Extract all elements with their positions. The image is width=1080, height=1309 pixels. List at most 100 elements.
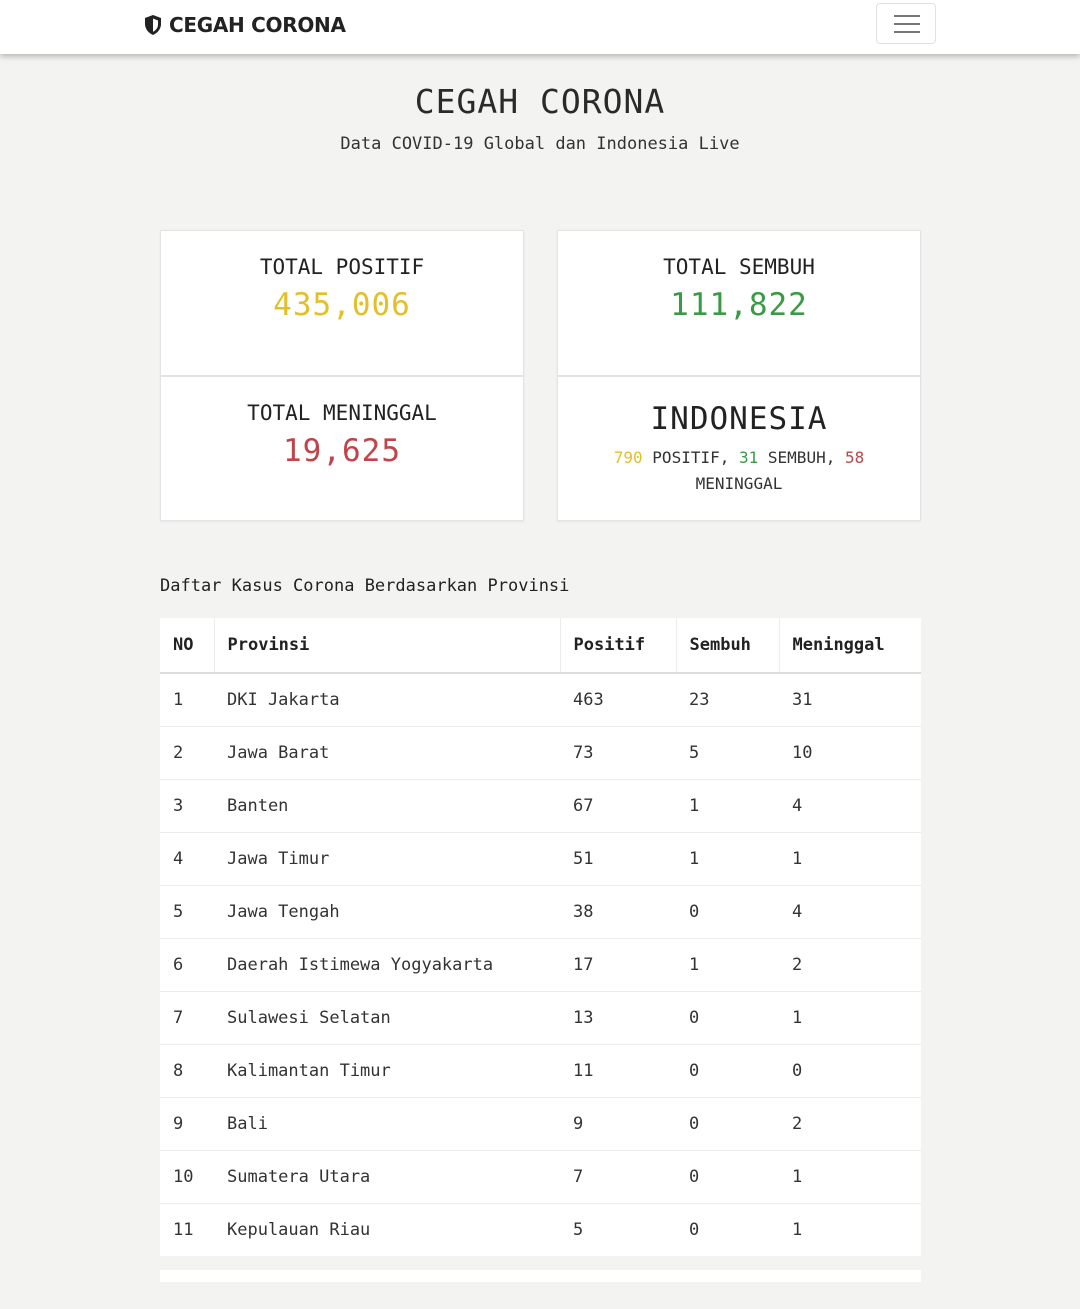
cell-meninggal: 4 xyxy=(779,779,921,833)
cell-meninggal: 4 xyxy=(779,885,921,939)
table-row: 7 Sulawesi Selatan 13 0 1 xyxy=(160,991,921,1045)
cell-provinsi: Banten xyxy=(214,779,560,833)
indonesia-positif-value: 790 xyxy=(613,448,643,467)
cell-meninggal: 10 xyxy=(779,726,921,780)
cell-provinsi: Jawa Timur xyxy=(214,832,560,886)
column-header-sembuh: Sembuh xyxy=(675,618,779,674)
cell-provinsi: Kalimantan Timur xyxy=(214,1044,560,1098)
cell-positif: 7 xyxy=(560,1150,676,1204)
cell-provinsi: DKI Jakarta xyxy=(214,672,560,727)
cell-provinsi: Jawa Barat xyxy=(214,726,560,780)
indonesia-title: INDONESIA xyxy=(650,401,828,437)
column-header-no: NO xyxy=(160,618,214,674)
cell-no: 2 xyxy=(160,726,214,780)
cell-sembuh: 0 xyxy=(676,991,779,1045)
indonesia-card: INDONESIA 790 POSITIF, 31 SEMBUH, 58 MEN… xyxy=(557,376,921,521)
cell-sembuh: 1 xyxy=(676,779,779,833)
table-row: 9 Bali 9 0 2 xyxy=(160,1097,921,1151)
cell-positif: 51 xyxy=(560,832,676,886)
table-bottom-edge xyxy=(160,1270,921,1282)
column-header-meninggal: Meninggal xyxy=(778,618,921,674)
cell-provinsi: Kepulauan Riau xyxy=(214,1203,560,1256)
cell-no: 5 xyxy=(160,885,214,939)
table-row: 5 Jawa Tengah 38 0 4 xyxy=(160,885,921,939)
cell-positif: 5 xyxy=(560,1203,676,1256)
total-positif-label: TOTAL POSITIF xyxy=(259,255,425,279)
cell-meninggal: 1 xyxy=(779,1150,921,1204)
total-positif-card: TOTAL POSITIF 435,006 xyxy=(160,230,524,376)
total-sembuh-card: TOTAL SEMBUH 111,822 xyxy=(557,230,921,376)
table-row: 10 Sumatera Utara 7 0 1 xyxy=(160,1150,921,1204)
indonesia-sembuh-label: SEMBUH, xyxy=(767,448,836,467)
cell-provinsi: Sulawesi Selatan xyxy=(214,991,560,1045)
cell-sembuh: 0 xyxy=(676,885,779,939)
table-row: 1 DKI Jakarta 463 23 31 xyxy=(160,672,921,727)
cell-sembuh: 0 xyxy=(676,1097,779,1151)
cell-positif: 13 xyxy=(560,991,676,1045)
table-row: 3 Banten 67 1 4 xyxy=(160,779,921,833)
cell-no: 8 xyxy=(160,1044,214,1098)
cell-positif: 9 xyxy=(560,1097,676,1151)
navbar-toggler-button[interactable] xyxy=(876,3,936,44)
cell-sembuh: 5 xyxy=(676,726,779,780)
cell-provinsi: Sumatera Utara xyxy=(214,1150,560,1204)
table-header-row: NO Provinsi Positif Sembuh Meninggal xyxy=(160,618,921,674)
cell-positif: 17 xyxy=(560,938,676,992)
total-sembuh-label: TOTAL SEMBUH xyxy=(663,255,815,279)
cell-positif: 463 xyxy=(560,672,676,727)
cell-no: 11 xyxy=(160,1203,214,1256)
indonesia-sembuh-value: 31 xyxy=(739,448,759,467)
cell-sembuh: 0 xyxy=(676,1203,779,1256)
cell-meninggal: 2 xyxy=(779,938,921,992)
page-subtitle: Data COVID-19 Global dan Indonesia Live xyxy=(340,134,740,154)
table-row: 8 Kalimantan Timur 11 0 0 xyxy=(160,1044,921,1098)
cell-provinsi: Jawa Tengah xyxy=(214,885,560,939)
cell-provinsi: Daerah Istimewa Yogyakarta xyxy=(214,938,560,992)
table-row: 4 Jawa Timur 51 1 1 xyxy=(160,832,921,886)
total-meninggal-value: 19,625 xyxy=(283,433,401,469)
cell-sembuh: 0 xyxy=(676,1044,779,1098)
cell-meninggal: 0 xyxy=(779,1044,921,1098)
table-row: 11 Kepulauan Riau 5 0 1 xyxy=(160,1203,921,1256)
navbar: CEGAH CORONA xyxy=(0,0,1080,54)
column-header-provinsi: Provinsi xyxy=(213,618,560,674)
cell-positif: 38 xyxy=(560,885,676,939)
cell-positif: 11 xyxy=(560,1044,676,1098)
cell-sembuh: 1 xyxy=(676,832,779,886)
indonesia-summary: 790 POSITIF, 31 SEMBUH, 58 MENINGGAL xyxy=(558,445,920,497)
cell-meninggal: 1 xyxy=(779,991,921,1045)
table-row: 2 Jawa Barat 73 5 10 xyxy=(160,726,921,780)
hamburger-menu-icon xyxy=(894,15,920,17)
page-title: CEGAH CORONA xyxy=(414,82,666,121)
total-positif-value: 435,006 xyxy=(273,287,411,323)
shield-icon xyxy=(145,15,161,35)
total-sembuh-value: 111,822 xyxy=(670,287,808,323)
cell-meninggal: 2 xyxy=(779,1097,921,1151)
cell-meninggal: 31 xyxy=(779,672,921,727)
cell-no: 4 xyxy=(160,832,214,886)
cell-no: 7 xyxy=(160,991,214,1045)
cell-no: 9 xyxy=(160,1097,214,1151)
brand-text: CEGAH CORONA xyxy=(169,13,346,37)
indonesia-meninggal-value: 58 xyxy=(844,448,865,467)
brand-link[interactable]: CEGAH CORONA xyxy=(143,12,346,38)
cell-no: 1 xyxy=(160,672,214,727)
indonesia-meninggal-label: MENINGGAL xyxy=(695,474,783,493)
total-meninggal-card: TOTAL MENINGGAL 19,625 xyxy=(160,376,524,521)
cell-no: 10 xyxy=(160,1150,214,1204)
table-row: 6 Daerah Istimewa Yogyakarta 17 1 2 xyxy=(160,938,921,992)
cell-sembuh: 23 xyxy=(676,672,779,727)
table-body: 1 DKI Jakarta 463 23 31 2 Jawa Barat 73 5 10 3 Bant… xyxy=(160,672,921,1256)
cell-no: 3 xyxy=(160,779,214,833)
cell-positif: 67 xyxy=(560,779,676,833)
cell-no: 6 xyxy=(160,938,214,992)
cell-meninggal: 1 xyxy=(779,1203,921,1256)
cell-provinsi: Bali xyxy=(214,1097,560,1151)
province-table: NO Provinsi Positif Sembuh Meninggal 1 DK… xyxy=(160,618,921,1256)
cell-positif: 73 xyxy=(560,726,676,780)
total-meninggal-label: TOTAL MENINGGAL xyxy=(247,401,437,425)
column-header-positif: Positif xyxy=(559,618,676,674)
indonesia-positif-label: POSITIF, xyxy=(652,448,730,467)
cell-meninggal: 1 xyxy=(779,832,921,886)
cell-sembuh: 1 xyxy=(676,938,779,992)
